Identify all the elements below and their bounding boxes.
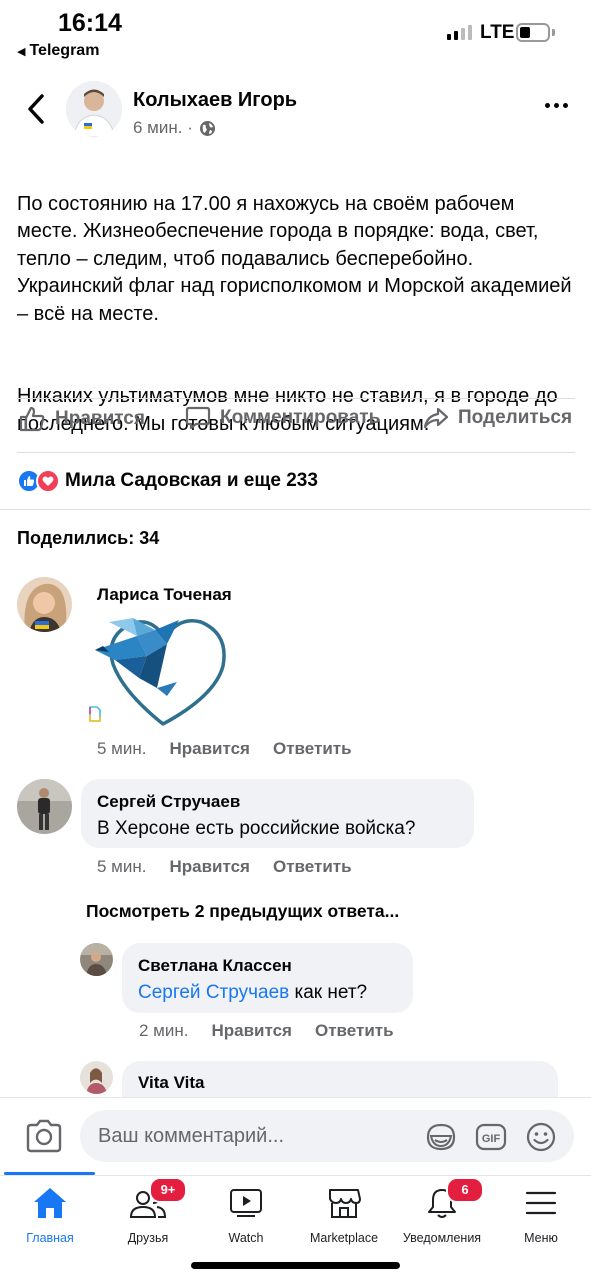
network-label: LTE — [480, 22, 515, 43]
reactions-text: Мила Садовская и еще 233 — [65, 470, 318, 491]
back-arrow-icon[interactable] — [22, 92, 52, 126]
reactions-summary[interactable]: Мила Садовская и еще 233 — [17, 469, 318, 493]
more-options-icon[interactable] — [545, 103, 568, 108]
comment-bubble[interactable]: Сергей Стручаев В Херсоне есть российски… — [81, 779, 474, 848]
tab-label: Watch — [228, 1231, 264, 1245]
tab-label: Главная — [26, 1231, 74, 1245]
notifications-badge: 6 — [446, 1177, 484, 1203]
battery-tip — [552, 29, 555, 36]
shares-count[interactable]: Поделились: 34 — [17, 528, 159, 549]
reply-text-content: как нет? — [289, 982, 368, 1003]
comment-time: 5 мин. — [97, 739, 147, 758]
mention-link[interactable]: Сергей Стручаев — [138, 982, 289, 1003]
svg-text:GIF: GIF — [482, 1133, 501, 1145]
back-app-label: Telegram — [29, 42, 100, 59]
sticker-indicator-icon — [89, 706, 101, 722]
tab-menu[interactable]: Меню — [491, 1183, 591, 1245]
author-name[interactable]: Колыхаев Игорь — [133, 89, 297, 112]
reply-time: 2 мин. — [139, 1021, 189, 1040]
comment-text: В Херсоне есть российские войска? — [97, 818, 416, 839]
divider — [0, 509, 591, 510]
comment-like-button[interactable]: Нравится — [169, 739, 250, 759]
sticker-icon[interactable] — [425, 1122, 457, 1152]
reply-bubble[interactable]: Светлана Классен Сергей Стручаев как нет… — [122, 943, 413, 1013]
gif-icon[interactable]: GIF — [475, 1122, 507, 1152]
tab-notifications[interactable]: 6 Уведомления — [392, 1177, 492, 1245]
reply-reply-button[interactable]: Ответить — [315, 1021, 394, 1041]
replier-name[interactable]: Светлана Классен — [138, 956, 292, 976]
post-paragraph: По состоянию на 17.00 я нахожусь на своё… — [17, 192, 572, 325]
commenter-avatar[interactable] — [17, 779, 72, 834]
share-arrow-icon — [423, 407, 449, 429]
reply-like-button[interactable]: Нравится — [211, 1021, 292, 1041]
back-triangle-icon: ◀ — [17, 45, 26, 58]
reply-text: Сергей Стручаев как нет? — [138, 982, 367, 1004]
dove-heart-sticker[interactable] — [93, 612, 233, 730]
divider — [17, 452, 575, 453]
post-actions: Нравится Комментировать Поделиться — [0, 405, 591, 447]
comment-meta: 5 мин. Нравится Ответить — [97, 857, 352, 877]
comment-reply-button[interactable]: Ответить — [273, 857, 352, 877]
comment-bubble-icon — [185, 406, 211, 430]
watch-icon — [230, 1189, 262, 1217]
tab-watch[interactable]: Watch — [196, 1183, 296, 1245]
replier-name[interactable]: Vita Vita — [138, 1073, 204, 1093]
replier-avatar[interactable] — [80, 943, 113, 976]
back-to-app-link[interactable]: ◀ Telegram — [17, 42, 99, 60]
divider — [17, 398, 575, 399]
view-previous-replies-link[interactable]: Посмотреть 2 предыдущих ответа... — [86, 901, 399, 922]
tab-label: Меню — [524, 1231, 558, 1245]
commenter-avatar[interactable] — [17, 577, 72, 632]
home-icon — [34, 1188, 66, 1218]
tab-label: Marketplace — [309, 1231, 379, 1245]
tab-label: Друзья — [127, 1231, 169, 1245]
marketplace-icon — [329, 1189, 361, 1218]
like-label: Нравится — [55, 408, 145, 429]
comment-reply-button[interactable]: Ответить — [273, 739, 352, 759]
tab-label: Уведомления — [402, 1231, 482, 1245]
status-time: 16:14 — [58, 9, 122, 37]
share-label: Поделиться — [458, 407, 573, 428]
comment-input-placeholder: Ваш комментарий... — [98, 1124, 285, 1147]
friends-badge: 9+ — [149, 1177, 187, 1203]
home-indicator[interactable] — [191, 1262, 400, 1269]
replier-avatar[interactable] — [80, 1061, 113, 1094]
commenter-name[interactable]: Лариса Точеная — [97, 585, 232, 605]
comment-like-button[interactable]: Нравится — [169, 857, 250, 877]
commenter-name[interactable]: Сергей Стручаев — [97, 792, 240, 812]
emoji-icon[interactable] — [525, 1122, 557, 1152]
tab-marketplace[interactable]: Marketplace — [294, 1183, 394, 1245]
post-time: 6 мин. · — [133, 118, 193, 137]
battery-icon — [516, 23, 550, 42]
author-avatar[interactable] — [66, 81, 122, 137]
comment-time: 5 мин. — [97, 857, 147, 876]
active-tab-indicator — [4, 1172, 95, 1175]
signal-icon — [447, 25, 472, 40]
tab-friends[interactable]: 9+ Друзья — [98, 1177, 198, 1245]
globe-icon — [199, 120, 215, 136]
menu-icon — [525, 1191, 557, 1215]
love-reaction-icon — [36, 469, 60, 493]
reply-meta: 2 мин. Нравится Ответить — [139, 1021, 394, 1041]
share-button[interactable]: Поделиться — [423, 405, 572, 431]
comment-button[interactable]: Комментировать — [185, 405, 380, 431]
tab-home[interactable]: Главная — [0, 1183, 100, 1245]
post-meta: 6 мин. · — [133, 118, 216, 138]
comment-label: Комментировать — [220, 407, 381, 428]
like-button[interactable]: Нравится — [18, 405, 145, 433]
thumbs-up-icon — [19, 406, 45, 432]
comment-meta: 5 мин. Нравится Ответить — [97, 739, 352, 759]
camera-icon[interactable] — [25, 1118, 63, 1154]
